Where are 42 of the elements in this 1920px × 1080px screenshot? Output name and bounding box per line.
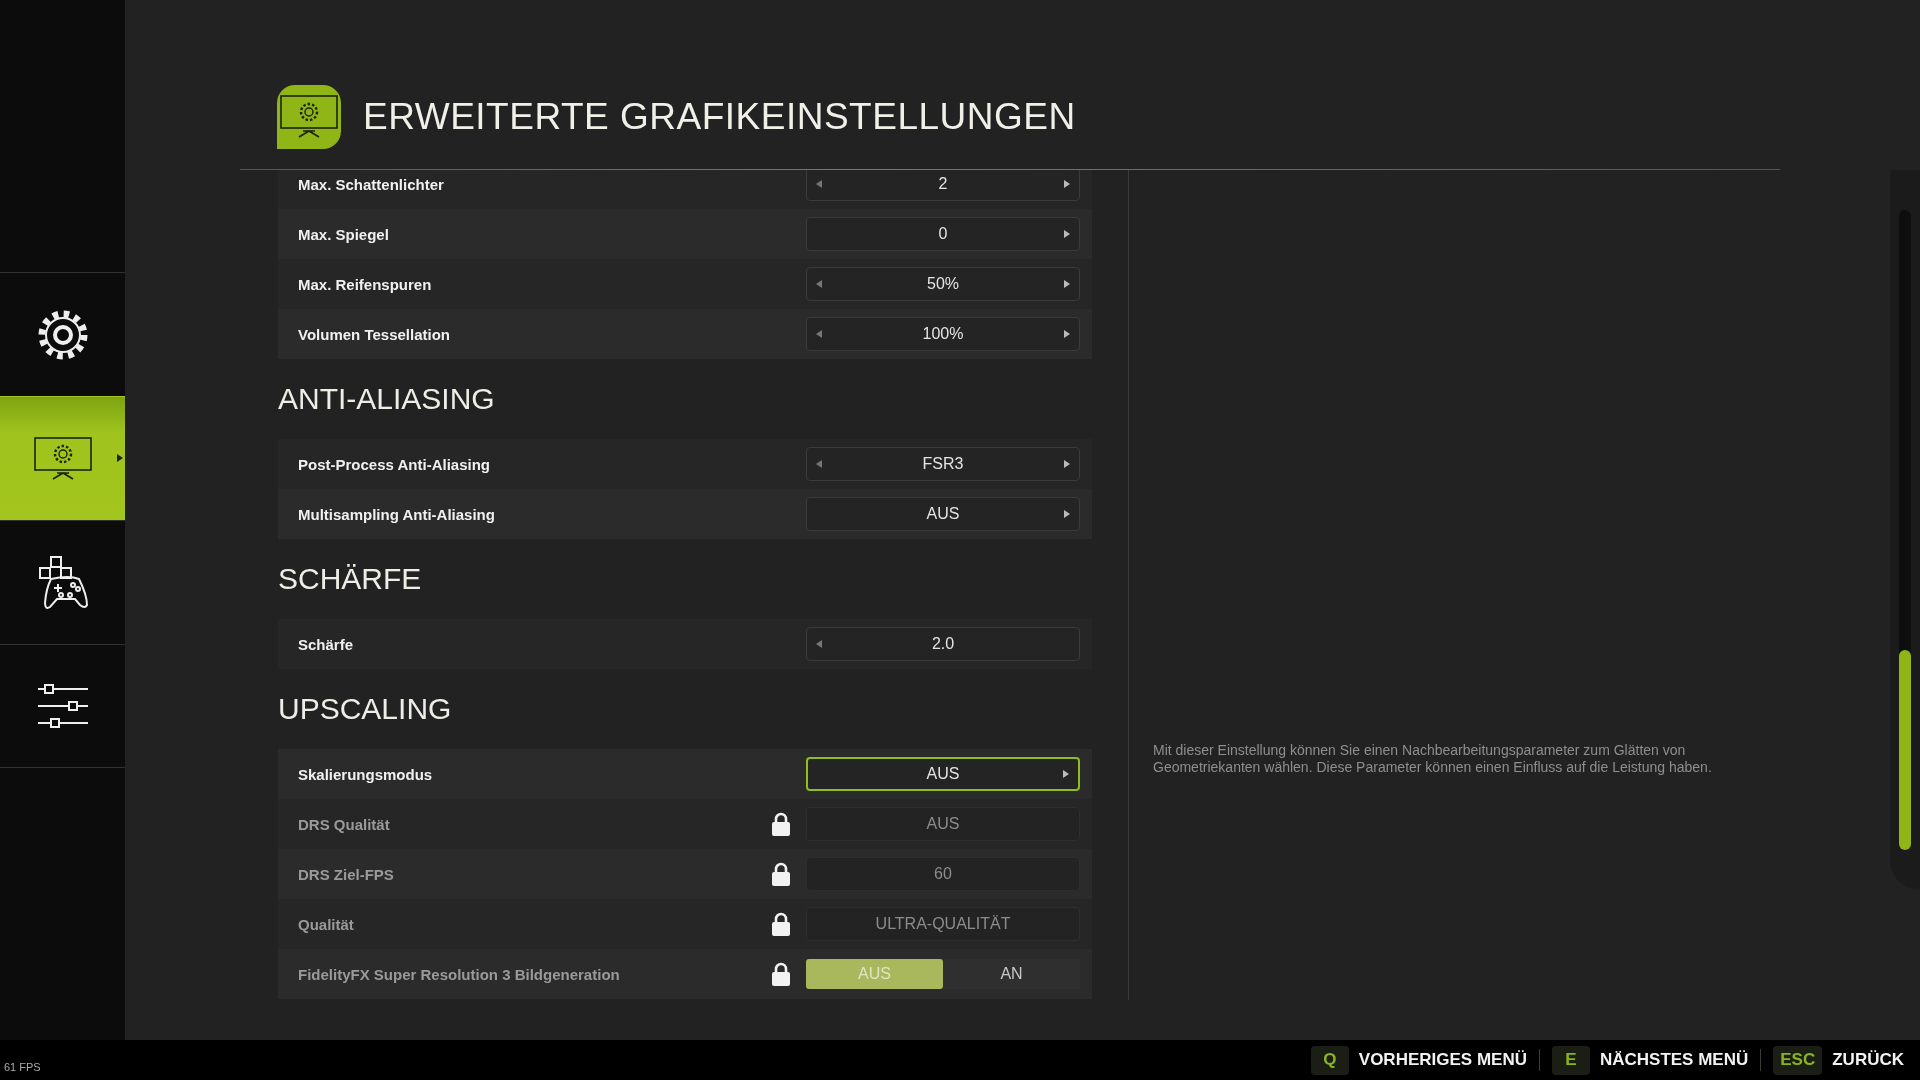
monitor-gear-icon (280, 95, 338, 139)
setting-label: DRS Ziel-FPS (298, 865, 395, 883)
setting-label: Skalierungsmodus (298, 765, 434, 783)
value-selector[interactable]: 2.0 (806, 627, 1080, 661)
setting-label: Post-Process Anti-Aliasing (298, 455, 491, 473)
setting-description: Mit dieser Einstellung können Sie einen Nachbearbeitungsparameter zum Glätten von Geometriekanten wählen. Diese Parameter können einen Einfluss auf die Leistung haben. (1153, 742, 1713, 776)
key-cap[interactable]: E (1551, 1045, 1590, 1075)
value-selector[interactable]: AUS (806, 497, 1080, 531)
key-hint-label: NÄCHSTES MENÜ (1599, 1050, 1749, 1070)
section-heading: UPSCALING (278, 691, 452, 727)
toggle-option[interactable]: AN (943, 959, 1080, 989)
value-selector[interactable]: 50% (806, 267, 1080, 301)
key-cap[interactable]: ESC (1773, 1045, 1823, 1075)
setting-label: Max. Spiegel (298, 225, 390, 243)
setting-label: Max. Schattenlichter (298, 175, 445, 193)
value-selector[interactable]: 100% (806, 317, 1080, 351)
setting-label: Qualität (298, 915, 355, 933)
sliders-icon (36, 684, 89, 728)
setting-label: Multisampling Anti-Aliasing (298, 505, 496, 523)
setting-label: FidelityFX Super Resolution 3 Bildgeneration (298, 965, 621, 983)
monitor-gear-icon (33, 436, 92, 481)
value-selector[interactable]: 60 (806, 857, 1080, 891)
section-heading: ANTI-ALIASING (278, 381, 495, 417)
pointer-triangle-icon (117, 454, 123, 462)
value-selector[interactable]: 0 (806, 217, 1080, 251)
value-selector[interactable]: FSR3 (806, 447, 1080, 481)
key-hint-label: VORHERIGES MENÜ (1358, 1050, 1527, 1070)
key-hint-label: ZURÜCK (1832, 1050, 1904, 1070)
value-selector[interactable]: ULTRA-QUALITÄT (806, 907, 1080, 941)
setting-label: Schärfe (298, 635, 355, 653)
fps-counter: 61 FPS (4, 1061, 42, 1073)
setting-label: DRS Qualität (298, 815, 391, 833)
key-cap[interactable]: Q (1310, 1045, 1349, 1075)
page-title: ERWEITERTE GRAFIKEINSTELLUNGEN (363, 96, 1076, 138)
scrollbar-track[interactable] (1899, 210, 1911, 850)
value-selector[interactable]: AUS (806, 757, 1080, 791)
setting-label: Max. Reifenspuren (298, 275, 433, 293)
value-selector[interactable]: AUS (806, 807, 1080, 841)
value-selector[interactable]: 2 (806, 170, 1080, 201)
section-heading: SCHÄRFE (278, 561, 422, 597)
setting-label: Volumen Tessellation (298, 325, 451, 343)
scrollbar-thumb[interactable] (1899, 650, 1911, 850)
